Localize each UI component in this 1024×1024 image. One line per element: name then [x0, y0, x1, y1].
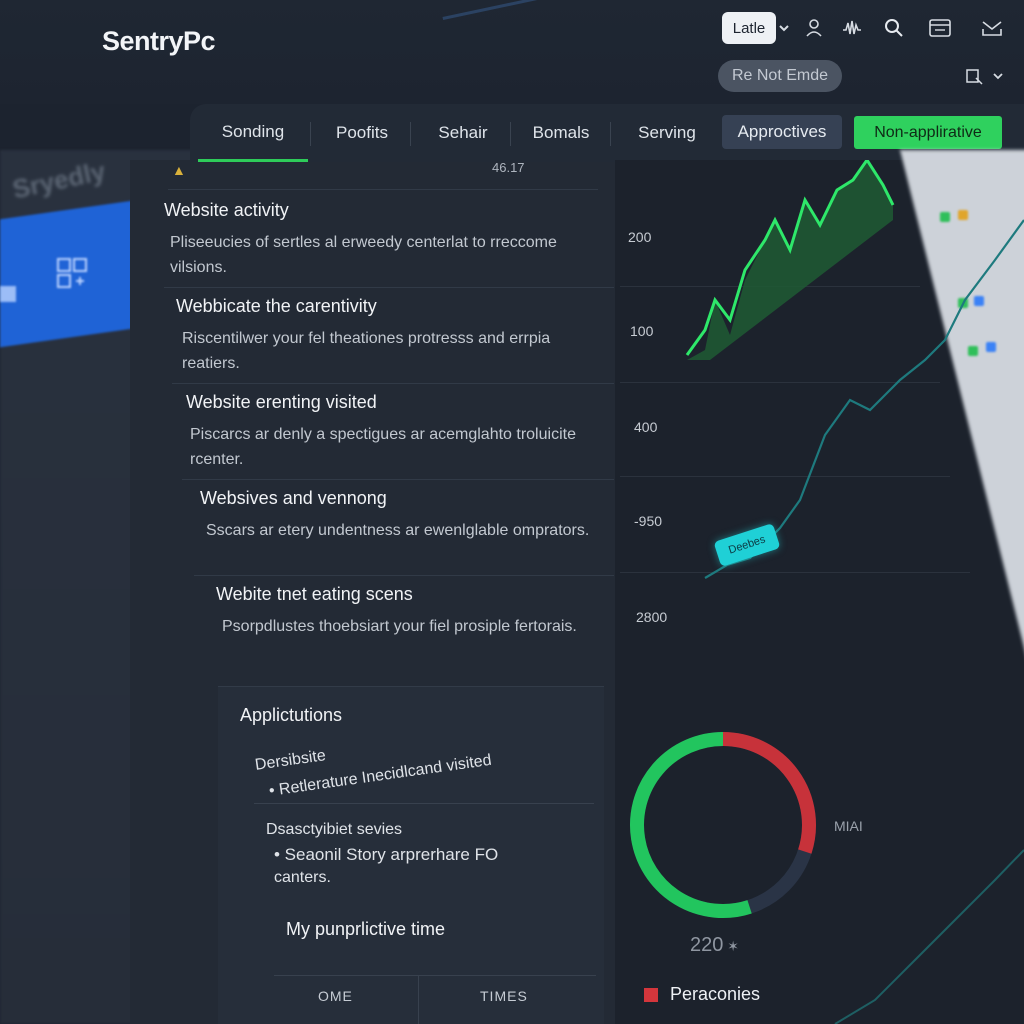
warning-icon: ▲ [172, 162, 186, 178]
inbox-icon[interactable] [978, 14, 1006, 42]
tab-divider [510, 122, 511, 146]
tab-approctives[interactable]: Approctives [722, 115, 842, 149]
app-logo[interactable]: SentryPc [102, 26, 216, 57]
series-line-bottom [834, 849, 1024, 1024]
window-icon[interactable] [926, 14, 954, 42]
donut-value: 220 ✶ [690, 934, 739, 956]
legend-swatch [644, 987, 658, 1002]
app-category-label: Dsasctyibiet sevies [266, 821, 403, 838]
list-header-row: ▲ 46.17 [168, 152, 598, 190]
donut-value-number: 220 [690, 934, 724, 956]
legend-label: Peraconies [670, 984, 761, 1004]
donut-slice-red [722, 732, 816, 854]
list-item-title: Webite tnet eating scens [216, 584, 413, 604]
list-item-title: Webbicate the carentivity [176, 296, 377, 316]
donut-chart [630, 732, 816, 918]
language-button[interactable]: Latle [722, 12, 776, 44]
list-item[interactable]: Webbicate the carentivity Riscentilwer y… [172, 288, 614, 384]
productive-time-heading: My punprlictive time [286, 919, 446, 939]
series-area-green [687, 160, 893, 360]
app-list-item-cont: canters. [274, 869, 331, 886]
table-divider [418, 976, 419, 1024]
list-item-title: Website activity [164, 200, 289, 220]
status-pill[interactable]: Re Not Emde [718, 60, 842, 92]
list-item-title: Website erenting visited [186, 392, 377, 412]
decorative-line [442, 0, 698, 20]
translate-icon[interactable] [962, 62, 1006, 90]
tab-non-applirative[interactable]: Non-applirative [854, 116, 1002, 149]
folder-icon [0, 280, 20, 306]
tab-divider [310, 122, 311, 146]
list-item[interactable]: Website erenting visited Piscarcs ar den… [182, 384, 614, 480]
divider [254, 803, 594, 804]
app-list-item[interactable]: • Seaonil Story arprerhare FO [274, 845, 498, 865]
applications-panel: Applictutions Dersibsite • Retlerature I… [218, 686, 604, 1024]
list-item-desc: Pliseeucies of sertles al erweedy center… [170, 234, 557, 276]
tab-serving[interactable]: Serving [618, 104, 716, 162]
list-item-title: Websives and vennong [200, 488, 387, 508]
list-item-desc: Piscarcs ar denly a spectigues ar acemgl… [190, 426, 576, 468]
applications-heading: Applictutions [240, 705, 343, 725]
donut-slice-green [630, 732, 752, 918]
list-item-desc: Sscars ar etery undentness ar ewenlglabl… [206, 522, 590, 539]
table-header[interactable]: OME [318, 988, 353, 1004]
table-header[interactable]: TIMES [480, 988, 528, 1004]
list-item[interactable]: Website activity Pliseeucies of sertles … [164, 192, 614, 288]
app-category-label: Dersibsite [254, 747, 327, 774]
list-item-desc: Riscentilwer your fel theationes protres… [182, 330, 551, 372]
chart-legend[interactable]: Peraconies [644, 984, 760, 1005]
search-icon[interactable] [880, 14, 908, 42]
chevron-down-icon[interactable] [772, 14, 796, 42]
donut-side-label: MIAI [834, 818, 863, 834]
list-top-number: 46.17 [492, 160, 525, 175]
list-item-desc: Psorpdlustes thoebsiart your fiel prosip… [222, 618, 577, 635]
time-table: OME TIMES [274, 975, 596, 1024]
activity-icon[interactable] [838, 14, 866, 42]
grid-icon [54, 255, 90, 291]
list-item[interactable]: Websives and vennong Sscars ar etery und… [194, 480, 614, 576]
tab-divider [610, 122, 611, 146]
user-icon[interactable] [800, 14, 828, 42]
tab-divider [410, 122, 411, 146]
activity-chart [630, 160, 1024, 1024]
list-item[interactable]: Webite tnet eating scens Psorpdlustes th… [210, 576, 614, 672]
